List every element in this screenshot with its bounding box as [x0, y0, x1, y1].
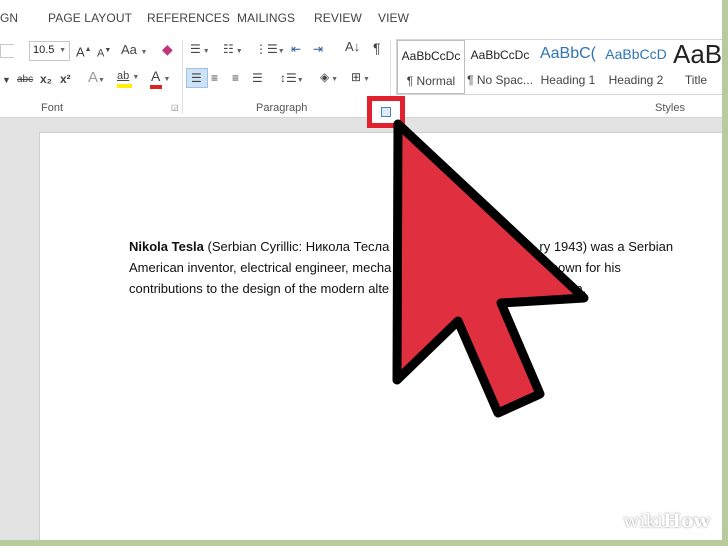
- wikihow-watermark: wikiHow: [623, 510, 710, 532]
- word-window: GN PAGE LAYOUT REFERENCES MAILINGS REVIE…: [0, 0, 728, 546]
- pointer-arrow-icon: [392, 119, 589, 418]
